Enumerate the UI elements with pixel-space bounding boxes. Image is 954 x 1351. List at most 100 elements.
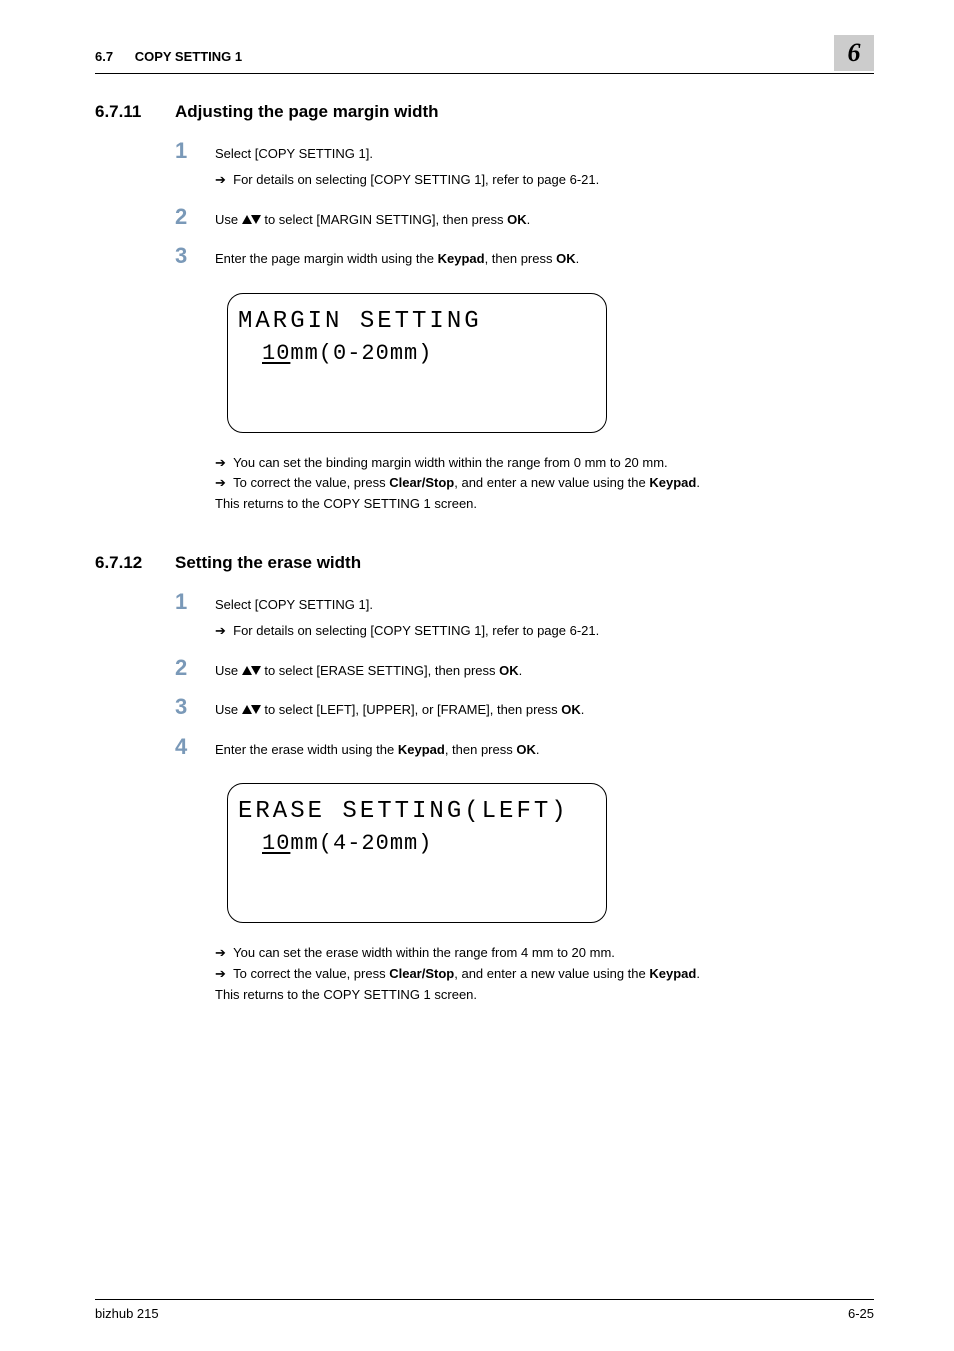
section-heading: 6.7.12 Setting the erase width — [95, 553, 874, 573]
triangle-down-icon — [251, 215, 261, 224]
triangle-down-icon — [251, 666, 261, 675]
keypad-label: Keypad — [438, 251, 485, 266]
step-body: Select [COPY SETTING 1]. ➔ For details o… — [215, 140, 874, 190]
step-3: 3 Enter the page margin width using the … — [175, 245, 874, 269]
up-down-triangle-icon — [242, 705, 261, 714]
step-note: ➔ For details on selecting [COPY SETTING… — [215, 621, 874, 641]
step-number: 3 — [175, 245, 215, 267]
text: , then press — [445, 742, 517, 757]
lcd-value: 10 — [262, 341, 290, 366]
post-notes: ➔ You can set the erase width within the… — [215, 943, 874, 1005]
ok-label: OK — [561, 702, 581, 717]
period: . — [581, 702, 585, 717]
note-text: You can set the binding margin width wit… — [233, 455, 668, 470]
note-line: ➔ You can set the erase width within the… — [215, 943, 874, 964]
step-body: Select [COPY SETTING 1]. ➔ For details o… — [215, 591, 874, 641]
step-2: 2 Use to select [ERASE SETTING], then pr… — [175, 657, 874, 681]
product-name: bizhub 215 — [95, 1306, 159, 1321]
text: . — [576, 251, 580, 266]
lcd-display-erase: ERASE SETTING(LEFT) 10mm(4-20mm) — [227, 783, 607, 923]
step-body: Use to select [LEFT], [UPPER], or [FRAME… — [215, 696, 874, 720]
page-footer: bizhub 215 6-25 — [95, 1299, 874, 1321]
step-list: 1 Select [COPY SETTING 1]. ➔ For details… — [175, 591, 874, 759]
note-text: To correct the value, press — [233, 966, 389, 981]
note-line: This returns to the COPY SETTING 1 scree… — [215, 494, 874, 515]
section-number: 6.7.11 — [95, 102, 175, 122]
note-text: For details on selecting [COPY SETTING 1… — [233, 623, 599, 638]
lcd-line-1: MARGIN SETTING — [238, 308, 596, 335]
step-body: Enter the erase width using the Keypad, … — [215, 736, 874, 760]
chapter-number: 6 — [848, 38, 861, 68]
arrow-icon: ➔ — [215, 475, 226, 490]
note-text: . — [696, 966, 700, 981]
text: Enter the erase width using the — [215, 742, 398, 757]
arrow-icon: ➔ — [215, 455, 226, 470]
arrow-icon: ➔ — [215, 966, 226, 981]
step-number: 1 — [175, 140, 215, 162]
section-title: Setting the erase width — [175, 553, 361, 573]
lcd-line-2: 10mm(0-20mm) — [262, 341, 596, 366]
step-body: Use to select [MARGIN SETTING], then pre… — [215, 206, 874, 230]
text: Use — [215, 663, 242, 678]
section-title: Adjusting the page margin width — [175, 102, 439, 122]
section-number: 6.7.12 — [95, 553, 175, 573]
chapter-number-badge: 6 — [834, 35, 874, 71]
step-list: 1 Select [COPY SETTING 1]. ➔ For details… — [175, 140, 874, 269]
header-left: 6.7 COPY SETTING 1 — [95, 35, 242, 64]
step-note: ➔ For details on selecting [COPY SETTING… — [215, 170, 874, 190]
arrow-icon: ➔ — [215, 945, 226, 960]
text: Use — [215, 212, 242, 227]
note-line: ➔ To correct the value, press Clear/Stop… — [215, 964, 874, 985]
note-text: For details on selecting [COPY SETTING 1… — [233, 172, 599, 187]
step-4: 4 Enter the erase width using the Keypad… — [175, 736, 874, 760]
note-text: , and enter a new value using the — [454, 475, 649, 490]
section-margin-width: 6.7.11 Adjusting the page margin width 1… — [95, 102, 874, 515]
step-text: Select [COPY SETTING 1]. — [215, 146, 373, 161]
section-erase-width: 6.7.12 Setting the erase width 1 Select … — [95, 553, 874, 1006]
lcd-range: mm(0-20mm) — [290, 341, 432, 366]
text: to select [LEFT], [UPPER], or [FRAME], t… — [261, 702, 562, 717]
lcd-range: mm(4-20mm) — [290, 831, 432, 856]
note-text: To correct the value, press — [233, 475, 389, 490]
arrow-icon: ➔ — [215, 623, 226, 638]
note-line: This returns to the COPY SETTING 1 scree… — [215, 985, 874, 1006]
lcd-line-2: 10mm(4-20mm) — [262, 831, 596, 856]
note-text: . — [696, 475, 700, 490]
lcd-value: 10 — [262, 831, 290, 856]
clear-stop-label: Clear/Stop — [389, 475, 454, 490]
step-2: 2 Use to select [MARGIN SETTING], then p… — [175, 206, 874, 230]
text: to select [MARGIN SETTING], then press — [261, 212, 507, 227]
ok-label: OK — [507, 212, 527, 227]
text: to select [ERASE SETTING], then press — [261, 663, 499, 678]
step-number: 4 — [175, 736, 215, 758]
up-down-triangle-icon — [242, 215, 261, 224]
step-body: Use to select [ERASE SETTING], then pres… — [215, 657, 874, 681]
step-3: 3 Use to select [LEFT], [UPPER], or [FRA… — [175, 696, 874, 720]
period: . — [527, 212, 531, 227]
step-number: 2 — [175, 657, 215, 679]
step-number: 1 — [175, 591, 215, 613]
up-down-triangle-icon — [242, 666, 261, 675]
post-notes: ➔ You can set the binding margin width w… — [215, 453, 874, 515]
keypad-label: Keypad — [649, 475, 696, 490]
triangle-down-icon — [251, 705, 261, 714]
keypad-label: Keypad — [398, 742, 445, 757]
note-text: , and enter a new value using the — [454, 966, 649, 981]
ok-label: OK — [516, 742, 536, 757]
note-line: ➔ To correct the value, press Clear/Stop… — [215, 473, 874, 494]
page-header: 6.7 COPY SETTING 1 6 — [95, 35, 874, 74]
note-line: ➔ You can set the binding margin width w… — [215, 453, 874, 474]
arrow-icon: ➔ — [215, 172, 226, 187]
lcd-line-1: ERASE SETTING(LEFT) — [238, 798, 596, 825]
text: , then press — [485, 251, 557, 266]
keypad-label: Keypad — [649, 966, 696, 981]
period: . — [519, 663, 523, 678]
header-section-title: COPY SETTING 1 — [135, 49, 242, 64]
note-text: You can set the erase width within the r… — [233, 945, 615, 960]
lcd-display-margin: MARGIN SETTING 10mm(0-20mm) — [227, 293, 607, 433]
text: . — [536, 742, 540, 757]
page-number: 6-25 — [848, 1306, 874, 1321]
text: Enter the page margin width using the — [215, 251, 438, 266]
ok-label: OK — [556, 251, 576, 266]
step-1: 1 Select [COPY SETTING 1]. ➔ For details… — [175, 591, 874, 641]
